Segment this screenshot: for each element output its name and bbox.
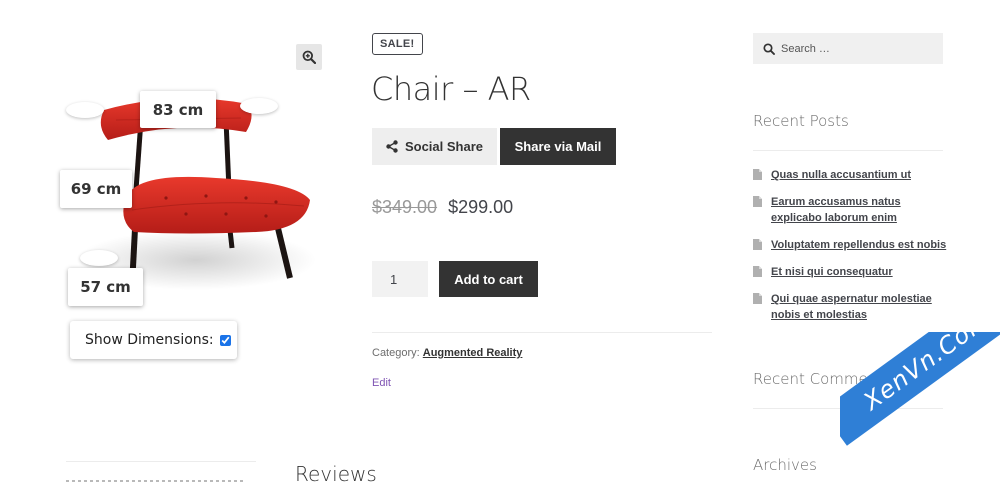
product-category: Category: Augmented Reality [372,347,522,359]
category-link[interactable]: Augmented Reality [423,347,523,359]
watermark: XenVn.Com [840,332,1000,482]
share-icon [386,140,398,153]
post-link[interactable]: Et nisi qui consequatur [771,266,893,278]
list-item: Earum accusamus natus explicabo laborum … [753,194,948,226]
list-item: Voluptatem repellendus est nobis [753,237,948,253]
document-icon [753,196,762,207]
search-icon [763,42,775,55]
recent-posts-title: Recent Posts [753,112,849,130]
quantity-input[interactable] [372,261,428,297]
dimension-hotspot[interactable] [66,102,104,118]
price-new: $299.00 [448,197,514,217]
document-icon [753,293,762,304]
price-old: $349.00 [372,197,438,217]
product-price: $349.00 $299.00 [372,197,513,218]
document-icon [753,169,762,180]
show-dimensions-label: Show Dimensions: [85,332,214,348]
recent-comments-title: Recent Comments [753,370,891,388]
dimension-depth-label: 57 cm [68,268,143,306]
search-box[interactable] [753,33,943,64]
show-dimensions-toggle[interactable]: Show Dimensions: [70,321,237,359]
divider [753,150,943,151]
post-link[interactable]: Quas nulla accusantium ut [771,169,911,181]
product-gallery: 83 cm 69 cm 57 cm Show Dimensions: [60,40,326,370]
add-to-cart-button[interactable]: Add to cart [439,261,538,297]
dimension-hotspot[interactable] [80,250,118,266]
reviews-heading: Reviews [295,462,377,482]
magnifier-plus-icon [302,50,316,64]
tabs-divider [66,461,256,462]
dimension-hotspot[interactable] [240,98,278,114]
post-link[interactable]: Earum accusamus natus explicabo laborum … [771,196,901,224]
zoom-button[interactable] [296,44,322,70]
social-share-button[interactable]: Social Share [372,128,497,165]
post-link[interactable]: Voluptatem repellendus est nobis [771,239,946,251]
edit-link[interactable]: Edit [372,377,391,389]
category-label: Category: [372,347,420,359]
show-dimensions-checkbox[interactable] [219,334,231,346]
list-item: Quas nulla accusantium ut [753,167,948,183]
social-share-label: Social Share [404,139,484,154]
sale-badge: SALE! [372,33,423,55]
list-item: Et nisi qui consequatur [753,264,948,280]
search-input[interactable] [781,42,931,55]
dimension-width-label: 83 cm [140,91,216,128]
document-icon [753,239,762,250]
share-via-mail-button[interactable]: Share via Mail [500,128,616,165]
document-icon [753,266,762,277]
product-title: Chair – AR [371,70,531,108]
divider [753,408,943,409]
dimension-height-label: 69 cm [60,170,132,208]
product-tabs-cutoff [66,476,246,482]
post-link[interactable]: Qui quae aspernatur molestiae nobis et m… [771,293,932,321]
share-via-mail-label: Share via Mail [514,139,602,154]
list-item: Qui quae aspernatur molestiae nobis et m… [753,291,948,323]
archives-title: Archives [753,456,817,474]
recent-posts-list: Quas nulla accusantium ut Earum accusamu… [753,167,948,334]
divider [372,332,712,333]
